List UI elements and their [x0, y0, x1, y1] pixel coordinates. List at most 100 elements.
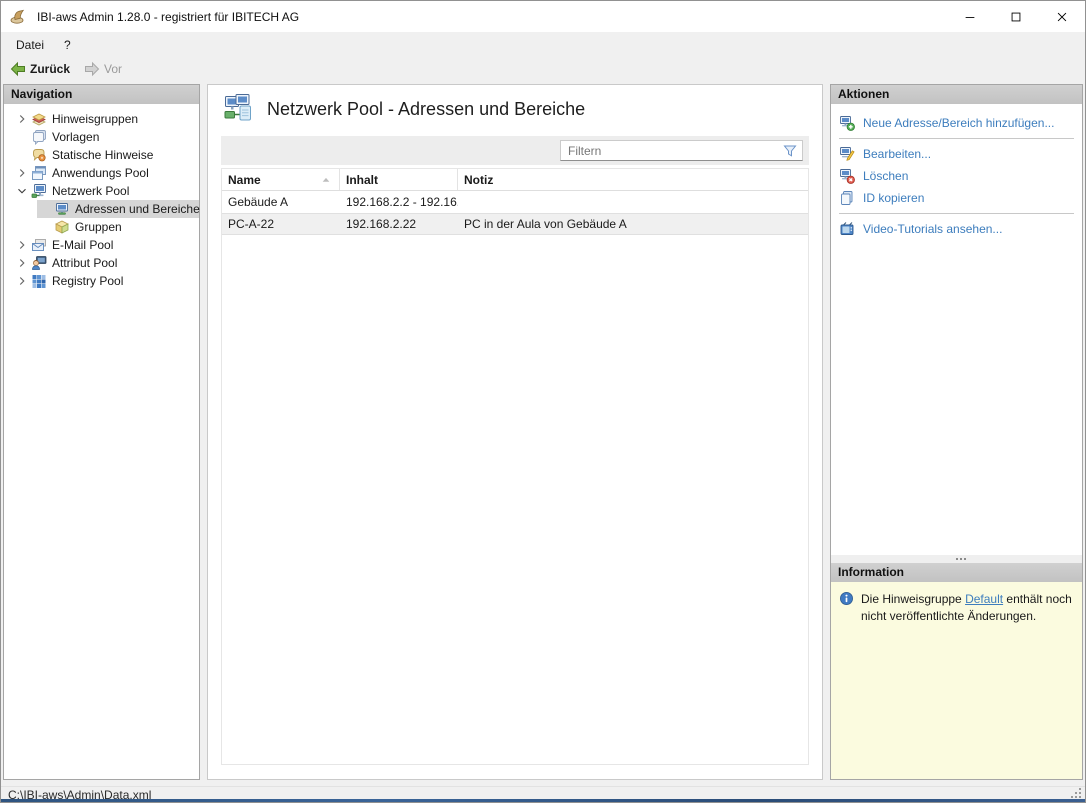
sidebar-item-label: Registry Pool: [52, 274, 124, 288]
menu-datei[interactable]: Datei: [6, 32, 54, 57]
table-row[interactable]: PC-A-22 192.168.2.22 PC in der Aula von Ge…: [222, 213, 808, 235]
action-id-kopieren[interactable]: ID kopieren: [831, 187, 1082, 209]
table-cell: PC-A-22: [228, 217, 275, 231]
back-button-label: Zurück: [30, 62, 71, 76]
sidebar-item-gruppen[interactable]: Gruppen: [37, 218, 199, 236]
sidebar-item-registry-pool[interactable]: Registry Pool: [4, 272, 199, 290]
layers-icon: [31, 111, 47, 127]
sidebar-item-anwendungs-pool[interactable]: Anwendungs Pool: [4, 164, 199, 182]
action-label: Bearbeiten...: [863, 147, 932, 161]
edit-icon: [839, 146, 855, 162]
table-row[interactable]: Gebäude A 192.168.2.2 - 192.16...: [222, 191, 808, 213]
registry-icon: [31, 273, 47, 289]
action-label: Neue Adresse/Bereich hinzufügen...: [863, 116, 1055, 130]
maximize-button[interactable]: [993, 1, 1039, 32]
window-bottom-edge: [1, 799, 1085, 802]
navigation-header: Navigation: [4, 85, 199, 104]
app-icon: [10, 9, 26, 25]
minimize-button[interactable]: [947, 1, 993, 32]
actions-list: Neue Adresse/Bereich hinzufügen... Bearbe…: [831, 104, 1082, 555]
sidebar-item-e-mail-pool[interactable]: E-Mail Pool: [4, 236, 199, 254]
window-controls: [947, 1, 1085, 32]
table-cell: PC in der Aula von Gebäude A: [464, 217, 627, 231]
table-cell: 192.168.2.2 - 192.16...: [346, 195, 458, 209]
filter-input[interactable]: [561, 143, 782, 158]
action-label: ID kopieren: [863, 191, 925, 205]
sidebar-item-attribut-pool[interactable]: Attribut Pool: [4, 254, 199, 272]
column-header-inhalt[interactable]: Inhalt: [340, 169, 458, 190]
column-header-notiz[interactable]: Notiz: [458, 169, 808, 190]
sidebar-item-netzwerk-pool[interactable]: Netzwerk Pool: [4, 182, 199, 200]
action-video-tutorials-ansehen[interactable]: Video-Tutorials ansehen...: [831, 218, 1082, 240]
back-button[interactable]: Zurück: [6, 60, 74, 78]
action-label: Video-Tutorials ansehen...: [863, 222, 1003, 236]
delete-address-icon: [839, 168, 855, 184]
action-löschen[interactable]: Löschen: [831, 165, 1082, 187]
filter-box[interactable]: [560, 140, 803, 161]
table-cell: Gebäude A: [228, 195, 289, 209]
sidebar-item-adressen-und-bereiche[interactable]: Adressen und Bereiche: [37, 200, 200, 218]
menubar: Datei ?: [1, 32, 1085, 57]
sidebar-item-label: Anwendungs Pool: [52, 166, 149, 180]
sidebar-item-label: Netzwerk Pool: [52, 184, 130, 198]
information-header: Information: [831, 563, 1082, 582]
table-cell: [458, 191, 808, 213]
filter-bar: [221, 136, 809, 165]
default-group-link[interactable]: Default: [965, 592, 1003, 606]
chevron-right-icon[interactable]: [14, 165, 30, 181]
column-header-name[interactable]: Name: [222, 169, 340, 190]
chevron-right-icon[interactable]: [14, 111, 30, 127]
filter-icon[interactable]: [782, 143, 798, 159]
actions-header: Aktionen: [831, 85, 1082, 104]
chevron-right-icon[interactable]: [14, 237, 30, 253]
page-title: Netzwerk Pool - Adressen und Bereiche: [267, 98, 586, 119]
navigation-tree: Hinweisgruppen Vorlagen Statische Hinweise…: [4, 104, 200, 290]
action-label: Löschen: [863, 169, 909, 183]
sidebar-item-label: Hinweisgruppen: [52, 112, 139, 126]
copy-id-icon: [839, 190, 855, 206]
box-icon: [54, 219, 70, 235]
action-bearbeiten[interactable]: Bearbeiten...: [831, 143, 1082, 165]
forward-button-label: Vor: [104, 62, 123, 76]
navigation-panel: Navigation Hinweisgruppen Vorlagen Statisc…: [3, 84, 200, 780]
close-button[interactable]: [1039, 1, 1085, 32]
splitter-grip-icon: [955, 558, 958, 560]
sidebar-item-statische-hinweise[interactable]: Statische Hinweise: [4, 146, 199, 164]
table-cell: 192.168.2.22: [346, 217, 417, 231]
forward-arrow-icon: [84, 61, 100, 77]
chevron-down-icon[interactable]: [14, 183, 30, 199]
chevron-right-icon[interactable]: [14, 255, 30, 271]
forward-button[interactable]: Vor: [80, 60, 126, 78]
info-text-before: Die Hinweisgruppe: [861, 592, 966, 606]
actions-panel: Aktionen Neue Adresse/Bereich hinzufügen…: [830, 84, 1083, 780]
add-address-icon: [839, 115, 855, 131]
panel-splitter[interactable]: [831, 555, 1082, 563]
resize-grip-icon[interactable]: [1070, 787, 1082, 799]
nav-toolbar: Zurück Vor: [1, 57, 1085, 81]
sidebar-item-label: Vorlagen: [52, 130, 100, 144]
windows-icon: [31, 165, 47, 181]
sidebar-item-label: Gruppen: [75, 220, 122, 234]
column-header-label: Notiz: [464, 172, 494, 187]
sidebar-item-vorlagen[interactable]: Vorlagen: [4, 128, 199, 146]
info-icon: [839, 591, 854, 606]
column-header-label: Inhalt: [346, 172, 378, 187]
actions-separator: [839, 213, 1074, 214]
menu-help[interactable]: ?: [54, 32, 81, 57]
static-hint-icon: [31, 147, 47, 163]
sidebar-item-hinweisgruppen[interactable]: Hinweisgruppen: [4, 110, 199, 128]
column-header-label: Name: [228, 172, 261, 187]
sidebar-item-label: Adressen und Bereiche: [75, 202, 200, 216]
documents-icon: [31, 129, 47, 145]
titlebar: IBI-aws Admin 1.28.0 - registriert für I…: [1, 1, 1085, 32]
information-panel: Die Hinweisgruppe Default enthält noch n…: [831, 582, 1082, 779]
action-neue-adresse-bereich-hinzufügen[interactable]: Neue Adresse/Bereich hinzufügen...: [831, 112, 1082, 134]
information-text: Die Hinweisgruppe Default enthält noch n…: [861, 591, 1073, 626]
page-title-row: Netzwerk Pool - Adressen und Bereiche: [223, 93, 585, 125]
sidebar-item-label: E-Mail Pool: [52, 238, 114, 252]
chevron-right-icon[interactable]: [14, 273, 30, 289]
